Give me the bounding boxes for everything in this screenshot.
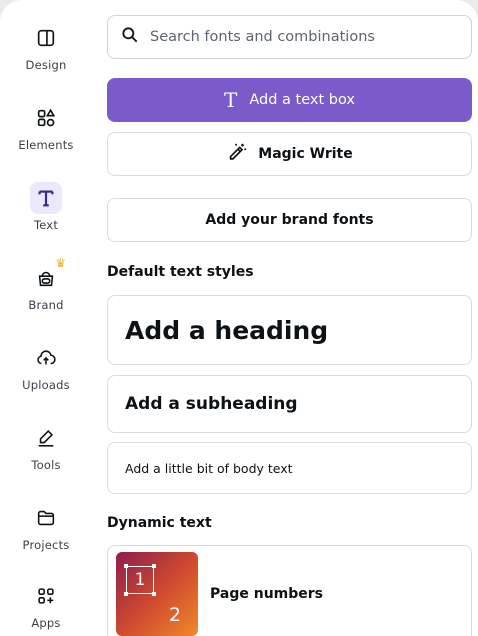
dynamic-text-title: Dynamic text bbox=[107, 515, 212, 531]
sidebar-item-label: Uploads bbox=[22, 378, 70, 392]
thumb-page-2: 2 bbox=[169, 604, 182, 626]
text-t-icon bbox=[30, 182, 62, 214]
magic-wand-icon bbox=[226, 141, 248, 167]
sidebar-item-design[interactable]: Design bbox=[0, 22, 92, 92]
magic-write-button[interactable]: Magic Write bbox=[107, 132, 472, 176]
apps-grid-icon bbox=[30, 580, 62, 612]
brand-kit-icon: ♛ bbox=[30, 256, 66, 294]
search-icon bbox=[120, 25, 140, 49]
page-numbers-label: Page numbers bbox=[210, 586, 323, 602]
thumb-page-1: 1 bbox=[134, 570, 146, 590]
search-input[interactable] bbox=[150, 29, 450, 45]
cloud-upload-icon bbox=[30, 342, 62, 374]
page-numbers-thumbnail: 1 2 bbox=[116, 552, 198, 636]
crown-icon: ♛ bbox=[55, 256, 66, 270]
pen-tool-icon bbox=[30, 422, 62, 454]
sidebar-item-label: Text bbox=[33, 218, 59, 232]
body-text-sample: Add a little bit of body text bbox=[125, 460, 293, 476]
sidebar-item-label: Brand bbox=[28, 298, 64, 312]
sidebar-item-uploads[interactable]: Uploads bbox=[0, 342, 92, 412]
add-text-box-button[interactable]: T Add a text box bbox=[107, 78, 472, 122]
default-text-styles-title: Default text styles bbox=[107, 264, 254, 280]
editor-panel: Design Elements Text ♛ Brand Uploads Too… bbox=[0, 0, 478, 636]
sidebar-item-label: Design bbox=[25, 58, 67, 72]
text-panel: T Add a text box Magic Write Add your br… bbox=[107, 0, 473, 636]
shapes-icon bbox=[30, 102, 62, 134]
sidebar-item-label: Elements bbox=[18, 138, 74, 152]
add-text-box-label: Add a text box bbox=[249, 92, 355, 108]
sidebar-item-brand[interactable]: ♛ Brand bbox=[0, 256, 92, 332]
sidebar-item-projects[interactable]: Projects bbox=[0, 502, 92, 572]
heading-sample: Add a heading bbox=[125, 315, 329, 345]
layout-icon bbox=[30, 22, 62, 54]
sidebar-item-label: Projects bbox=[22, 538, 70, 552]
page-numbers-card[interactable]: 1 2 Page numbers bbox=[107, 545, 472, 636]
add-heading-button[interactable]: Add a heading bbox=[107, 295, 472, 365]
add-brand-fonts-button[interactable]: Add your brand fonts bbox=[107, 198, 472, 242]
sidebar: Design Elements Text ♛ Brand Uploads Too… bbox=[0, 0, 92, 636]
subheading-sample: Add a subheading bbox=[125, 394, 298, 414]
search-box[interactable] bbox=[107, 15, 472, 59]
folder-icon bbox=[30, 502, 62, 534]
sidebar-item-apps[interactable]: Apps bbox=[0, 580, 92, 636]
sidebar-item-elements[interactable]: Elements bbox=[0, 102, 92, 172]
page-number-box-icon: 1 bbox=[124, 564, 156, 596]
text-t-icon: T bbox=[224, 88, 238, 112]
add-body-text-button[interactable]: Add a little bit of body text bbox=[107, 442, 472, 494]
magic-write-label: Magic Write bbox=[258, 146, 353, 162]
add-subheading-button[interactable]: Add a subheading bbox=[107, 375, 472, 433]
sidebar-item-text[interactable]: Text bbox=[0, 182, 92, 252]
sidebar-item-tools[interactable]: Tools bbox=[0, 422, 92, 492]
sidebar-item-label: Tools bbox=[31, 458, 61, 472]
add-brand-fonts-label: Add your brand fonts bbox=[205, 212, 374, 228]
sidebar-item-label: Apps bbox=[31, 616, 61, 630]
